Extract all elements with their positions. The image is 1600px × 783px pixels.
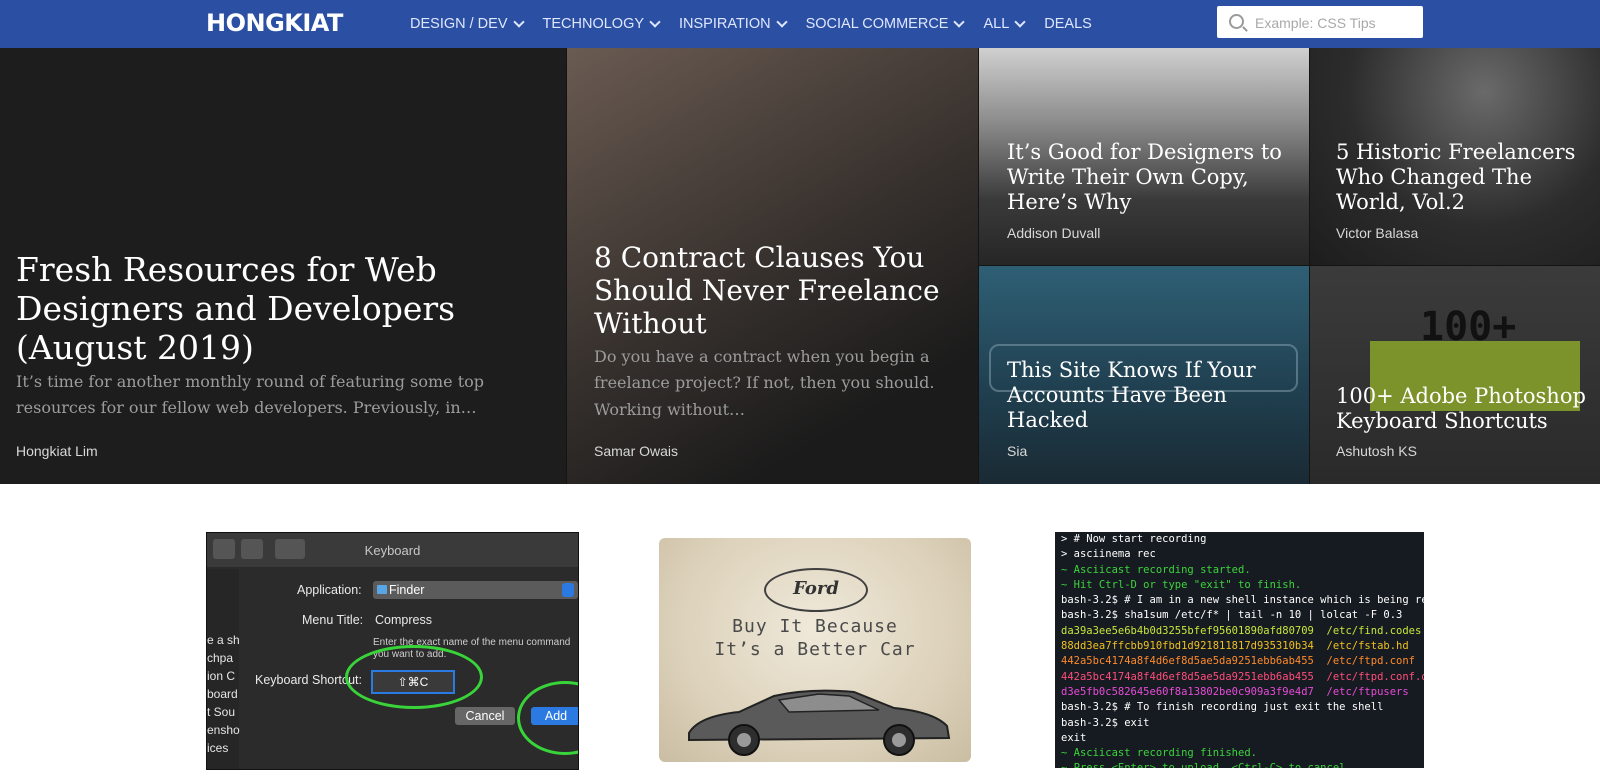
terminal-line: 442a5bc4174a8f4d6ef8d5ae5da9251ebb6ab455… (1061, 670, 1424, 683)
main-nav: DESIGN / DEV TECHNOLOGY INSPIRATION SOCI… (410, 0, 1112, 48)
chevron-down-icon (512, 16, 525, 28)
menu-title-value: Compress (375, 613, 432, 627)
card-excerpt: Do you have a contract when you begin a … (594, 347, 935, 419)
terminal-output: > # Now start recording > asciinema rec ~ … (1061, 532, 1424, 768)
card-title[interactable]: This Site Knows If Your Accounts Have Be… (1007, 358, 1292, 432)
terminal-line: bash-3.2$ # To finish recording just exi… (1061, 701, 1384, 714)
card-author[interactable]: Hongkiat Lim (16, 443, 98, 459)
chevron-down-icon (775, 16, 788, 28)
nav-label: ALL (983, 16, 1010, 32)
chevron-down-icon (1014, 16, 1026, 28)
card-title[interactable]: 8 Contract Clauses You Should Never Free… (594, 241, 964, 340)
card-author[interactable]: Samar Owais (594, 443, 678, 459)
cancel-button: Cancel (455, 707, 515, 725)
featured-card-photoshop-shortcuts[interactable]: 100+ 100+ Adobe Photoshop Keyboard Short… (1310, 266, 1600, 484)
terminal-line: bash-3.2$ # I am in a new shell instance… (1061, 594, 1424, 607)
sidebar-list: e a sh chpa ion C board t Sou ensho ices (207, 569, 240, 769)
card-title[interactable]: Fresh Resources for Web Designers and De… (16, 250, 536, 368)
terminal-line: exit (1061, 731, 1087, 744)
card-image-text: 100+ (1420, 304, 1517, 350)
list-item: chpa (207, 651, 234, 665)
list-item: board (207, 687, 238, 701)
ad-headline-line-1: Buy It Because (732, 616, 898, 637)
terminal-line: ~ Hit Ctrl-D or type "exit" to finish. (1061, 578, 1302, 591)
application-label: Application: (297, 583, 362, 597)
card-title[interactable]: 100+ Adobe Photoshop Keyboard Shortcuts (1336, 384, 1600, 434)
card-author[interactable]: Ashutosh KS (1336, 443, 1417, 459)
highlight-circle (345, 645, 483, 709)
featured-card-accounts-hacked[interactable]: This Site Knows If Your Accounts Have Be… (979, 266, 1309, 484)
article-thumbnail-keyboard-shortcut[interactable]: Keyboard e a sh chpa ion C board t Sou e… (206, 532, 579, 770)
application-select: Finder (373, 581, 578, 599)
highlight-circle (517, 681, 578, 755)
nav-label: INSPIRATION (679, 16, 771, 32)
nav-item-inspiration[interactable]: INSPIRATION (679, 16, 788, 32)
car-illustration (688, 689, 951, 756)
terminal-line: da39a3ee5e6b4b0d3255bfef95601890afd80709… (1061, 624, 1422, 637)
terminal-line: ~ Press <Enter> to upload, <Ctrl-C> to c… (1061, 761, 1424, 768)
featured-card-write-own-copy[interactable]: It’s Good for Designers to Write Their O… (979, 48, 1309, 265)
ford-logo: Ford (764, 568, 868, 612)
chevron-down-icon (649, 16, 661, 28)
list-item: e a sh (207, 633, 240, 647)
search-box (1217, 6, 1423, 38)
terminal-line: 88dd3ea7ffcbb910fbd1d921811817d935310b34… (1061, 640, 1409, 653)
nav-item-technology[interactable]: TECHNOLOGY (542, 16, 661, 32)
featured-card-contract-clauses[interactable]: 8 Contract Clauses You Should Never Free… (567, 48, 978, 484)
list-item: ion C (207, 669, 236, 683)
featured-card-historic-freelancers[interactable]: 5 Historic Freelancers Who Changed The W… (1310, 48, 1600, 265)
nav-label: DEALS (1044, 16, 1092, 32)
card-author[interactable]: Addison Duvall (1007, 225, 1100, 241)
nav-label: DESIGN / DEV (410, 16, 508, 32)
featured-card-fresh-resources[interactable]: Fresh Resources for Web Designers and De… (0, 48, 566, 484)
nav-item-social-commerce[interactable]: SOCIAL COMMERCE (805, 16, 966, 32)
chevron-down-icon (953, 16, 966, 28)
search-input[interactable] (1253, 12, 1417, 34)
stepper-icon (562, 583, 574, 597)
nav-label: TECHNOLOGY (542, 16, 645, 32)
nav-item-all[interactable]: ALL (983, 16, 1026, 32)
nav-item-deals[interactable]: DEALS (1044, 16, 1092, 32)
terminal-line: d3e5fb0c582645e60f8a13802be0c909a3f9e4d7… (1061, 685, 1409, 698)
finder-icon (377, 585, 387, 594)
card-author[interactable]: Sia (1007, 443, 1027, 459)
nav-label: SOCIAL COMMERCE (805, 16, 949, 32)
terminal-line: > asciinema rec (1061, 548, 1156, 561)
terminal-line: bash-3.2$ exit (1061, 716, 1150, 729)
card-title[interactable]: 5 Historic Freelancers Who Changed The W… (1336, 140, 1600, 214)
list-item: t Sou (207, 705, 236, 719)
window-titlebar: Keyboard (207, 533, 578, 567)
article-thumbnail-ford-ad[interactable]: Ford Buy It Because It’s a Better Car (651, 532, 977, 768)
card-author[interactable]: Victor Balasa (1336, 225, 1418, 241)
featured-grid: Fresh Resources for Web Designers and De… (0, 48, 1600, 484)
vintage-paper: Ford Buy It Because It’s a Better Car (659, 538, 971, 762)
terminal-line: > # Now start recording (1061, 533, 1207, 545)
terminal-line: ~ Asciicast recording started. (1061, 563, 1251, 576)
ford-logo-text: Ford (793, 578, 839, 599)
site-logo[interactable]: HONGKIAT (206, 9, 343, 37)
top-navigation-bar: HONGKIAT DESIGN / DEV TECHNOLOGY INSPIRA… (0, 0, 1600, 48)
search-icon[interactable] (1229, 14, 1244, 29)
terminal-line: ~ Asciicast recording finished. (1061, 747, 1257, 760)
ad-headline-line-2: It’s a Better Car (714, 639, 916, 660)
terminal-line: bash-3.2$ sha1sum /etc/f* | tail -n 10 |… (1061, 609, 1403, 622)
card-excerpt: It’s time for another monthly round of f… (16, 372, 484, 418)
card-title[interactable]: It’s Good for Designers to Write Their O… (1007, 140, 1292, 214)
list-item: ensho (207, 723, 240, 737)
terminal-line: 442a5bc4174a8f4d6ef8d5ae5da9251ebb6ab455… (1061, 655, 1416, 668)
application-value: Finder (389, 583, 425, 597)
window-title: Keyboard (364, 543, 421, 558)
nav-item-design-dev[interactable]: DESIGN / DEV (410, 16, 525, 32)
menu-title-label: Menu Title: (302, 613, 364, 627)
article-thumbnail-terminal[interactable]: > # Now start recording > asciinema rec ~ … (1055, 532, 1424, 768)
list-item: ices (207, 741, 229, 755)
